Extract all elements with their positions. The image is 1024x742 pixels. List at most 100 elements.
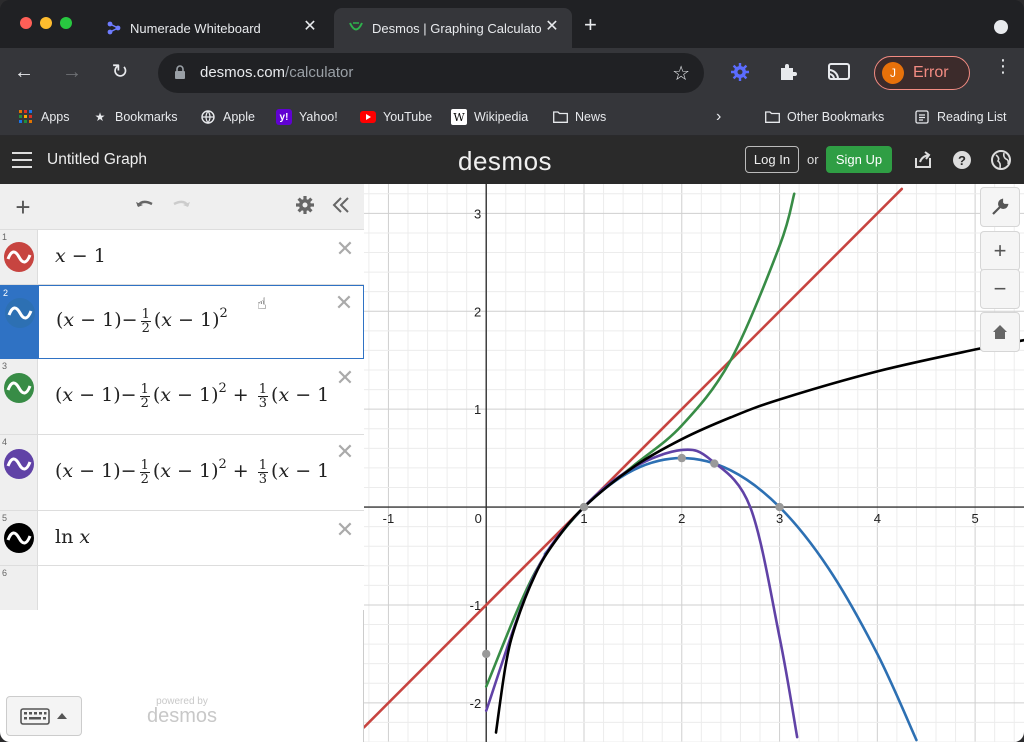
delete-expression-icon[interactable]: ✕ xyxy=(334,238,356,260)
y-tick-label: 1 xyxy=(474,402,481,417)
tab-desmos[interactable]: Desmos | Graphing Calculator ✕ xyxy=(334,8,572,48)
expression-index: 6 xyxy=(2,568,8,578)
delete-expression-icon[interactable]: ✕ xyxy=(333,292,355,314)
expression-gutter: 5 xyxy=(0,511,38,565)
bookmark-wikipedia[interactable]: W Wikipedia xyxy=(451,108,528,126)
point-of-interest xyxy=(482,649,491,659)
zoom-in-button[interactable]: + xyxy=(980,231,1020,271)
close-window-button[interactable] xyxy=(20,17,32,29)
expression-math[interactable]: (x − 1)− 1 2 (x − 1)2 + 1 3 (x − 1 xyxy=(55,457,327,486)
zoom-out-button[interactable]: − xyxy=(980,269,1020,309)
new-tab-button[interactable]: + xyxy=(584,14,597,36)
curve-color-icon[interactable] xyxy=(5,298,35,328)
wikipedia-icon: W xyxy=(451,109,467,125)
bookmark-bookmarks[interactable]: ★ Bookmarks xyxy=(92,108,178,126)
expression-row[interactable]: 1 x − 1 ✕ xyxy=(0,230,364,285)
expression-toolbar: + xyxy=(0,184,364,230)
forward-button[interactable]: → xyxy=(60,60,84,84)
bookmark-label: Other Bookmarks xyxy=(787,110,885,124)
globe-icon xyxy=(200,109,216,125)
back-button[interactable]: ← xyxy=(12,60,36,84)
keyboard-toggle-button[interactable] xyxy=(6,696,82,736)
expression-index: 5 xyxy=(2,513,8,523)
expression-row[interactable]: 3 (x − 1)− 1 2 (x − 1)2 + 1 3 (x − 1 ✕ xyxy=(0,359,364,435)
tab-numerade[interactable]: Numerade Whiteboard ✕ xyxy=(92,8,330,48)
curve-line xyxy=(364,187,904,729)
graph-title[interactable]: Untitled Graph xyxy=(47,151,147,169)
bookmark-label: Yahoo! xyxy=(299,110,338,124)
folder-icon xyxy=(552,109,568,125)
curve-color-icon[interactable] xyxy=(4,242,34,272)
point-of-interest xyxy=(775,502,784,512)
collapse-panel-icon[interactable] xyxy=(328,194,354,220)
browser-window: Numerade Whiteboard ✕ Desmos | Graphing … xyxy=(0,0,1024,742)
help-icon[interactable]: ? xyxy=(951,149,973,171)
expression-math[interactable]: (x − 1)− 1 2 (x − 1)2 xyxy=(56,306,328,335)
expression-index: 2 xyxy=(3,288,9,298)
graph-settings-wrench-icon[interactable] xyxy=(980,187,1020,227)
keyboard-icon xyxy=(20,708,67,725)
expression-row-empty[interactable]: 6 xyxy=(0,566,364,610)
avatar: J xyxy=(882,62,904,84)
undo-icon[interactable] xyxy=(132,194,158,220)
bookmark-apps[interactable]: Apps xyxy=(18,108,70,126)
address-bar[interactable]: desmos.com/calculator ☆ xyxy=(158,53,704,93)
default-zoom-home-icon[interactable] xyxy=(980,312,1020,352)
minimize-window-button[interactable] xyxy=(40,17,52,29)
bookmark-yahoo[interactable]: y! Yahoo! xyxy=(276,108,338,126)
bookmark-label: News xyxy=(575,110,607,124)
bookmark-youtube[interactable]: YouTube xyxy=(360,108,432,126)
curve-color-icon[interactable] xyxy=(4,523,34,553)
bookmark-news[interactable]: News xyxy=(552,108,606,126)
bookmark-label: YouTube xyxy=(383,110,433,124)
signup-button[interactable]: Sign Up xyxy=(826,146,892,173)
delete-expression-icon[interactable]: ✕ xyxy=(334,519,356,541)
bookmark-apple[interactable]: Apple xyxy=(200,108,255,126)
delete-expression-icon[interactable]: ✕ xyxy=(334,367,356,389)
expression-row[interactable]: 5 ln x ✕ xyxy=(0,511,364,566)
login-button[interactable]: Log In xyxy=(745,146,799,173)
bookmark-star-icon[interactable]: ☆ xyxy=(672,61,690,86)
tab-search-icon[interactable] xyxy=(994,20,1008,34)
reload-button[interactable]: ↻ xyxy=(108,60,132,84)
cast-icon[interactable] xyxy=(826,60,852,86)
expression-math[interactable]: (x − 1)− 1 2 (x − 1)2 + 1 3 (x − 1 xyxy=(55,381,327,410)
lock-icon xyxy=(174,65,186,84)
or-label: or xyxy=(807,152,819,167)
point-of-interest xyxy=(710,459,719,468)
x-tick-label: 2 xyxy=(678,511,685,526)
reading-list[interactable]: Reading List xyxy=(914,108,1007,126)
settings-gear-icon[interactable] xyxy=(292,194,318,220)
share-icon[interactable] xyxy=(912,149,934,171)
close-icon[interactable]: ✕ xyxy=(544,19,560,35)
curve-color-icon[interactable] xyxy=(4,449,34,479)
close-icon[interactable]: ✕ xyxy=(302,19,318,35)
profile-error-button[interactable]: J Error xyxy=(874,56,970,90)
bookmark-other[interactable]: Other Bookmarks xyxy=(764,108,884,126)
y-tick-label: 2 xyxy=(474,304,481,319)
browser-menu-icon[interactable]: ⋮ xyxy=(994,57,1012,75)
powered-logo: desmos xyxy=(146,705,218,727)
redo-icon[interactable] xyxy=(168,194,194,220)
browser-toolbar: ← → ↻ desmos.com/calculator ☆ J Error ⋮ xyxy=(0,48,1024,98)
curve-color-icon[interactable] xyxy=(4,373,34,403)
maximize-window-button[interactable] xyxy=(60,17,72,29)
expression-math[interactable]: ln x xyxy=(55,526,327,548)
delete-expression-icon[interactable]: ✕ xyxy=(334,441,356,463)
graph-canvas[interactable]: -1 0 1 2 3 4 5321-1-2 xyxy=(364,184,1024,742)
expression-math[interactable]: x − 1 xyxy=(55,245,327,267)
expression-row[interactable]: 4 (x − 1)− 1 2 (x − 1)2 + 1 3 (x − 1 ✕ xyxy=(0,435,364,511)
expression-panel: + 1 x − 1 ✕ 2 (x − 1)− 1 2 (x − 1)2 ✕ ☝ … xyxy=(0,184,364,742)
expression-row-selected[interactable]: 2 (x − 1)− 1 2 (x − 1)2 ✕ ☝ xyxy=(0,285,364,359)
tab-strip: Numerade Whiteboard ✕ Desmos | Graphing … xyxy=(0,0,1024,48)
extensions-puzzle-icon[interactable] xyxy=(776,60,802,86)
menu-icon[interactable] xyxy=(12,152,32,168)
x-tick-label: -1 xyxy=(383,511,395,526)
add-item-button[interactable]: + xyxy=(10,194,36,220)
more-bookmarks-chevron-icon[interactable]: › xyxy=(716,108,721,126)
expression-gutter: 4 xyxy=(0,435,38,510)
language-globe-icon[interactable] xyxy=(990,149,1012,171)
extension-gear-icon[interactable] xyxy=(728,60,754,86)
graph-paper[interactable]: -1 0 1 2 3 4 5 3 2 1 -1 -2 xyxy=(364,184,1024,742)
folder-icon xyxy=(764,109,780,125)
